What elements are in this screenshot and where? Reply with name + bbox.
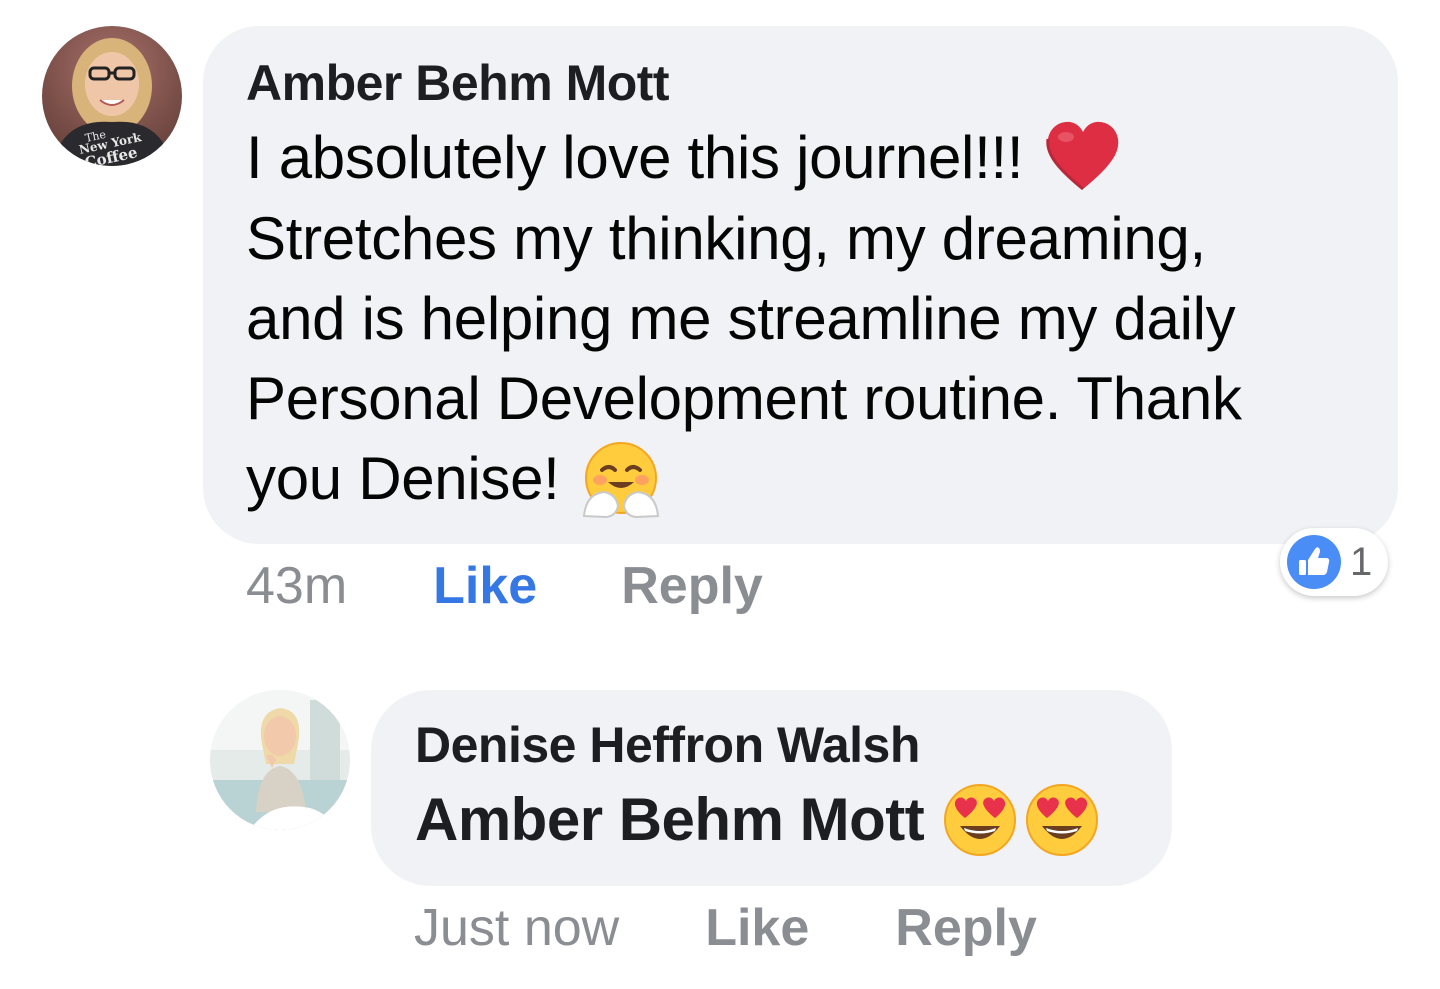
comment-timestamp[interactable]: 43m xyxy=(246,556,347,616)
reply-timestamp[interactable]: Just now xyxy=(414,898,619,958)
comment-text-line: and is helping me streamline my daily xyxy=(246,285,1236,353)
comment-author[interactable]: Amber Behm Mott xyxy=(246,54,1398,112)
comment-actions: 43m Like Reply xyxy=(246,556,763,616)
comment-text-line: you Denise! xyxy=(246,439,1398,522)
avatar-denise[interactable] xyxy=(210,690,350,830)
reply-button[interactable]: Reply xyxy=(621,556,763,616)
comment-text-line: I absolutely love this journel!!! xyxy=(246,118,1398,199)
comment-bubble: Amber Behm Mott I absolutely love this j… xyxy=(203,26,1398,544)
thumbs-up-icon xyxy=(1286,534,1342,590)
reply-author[interactable]: Denise Heffron Walsh xyxy=(415,716,1172,774)
comment-text-line: Stretches my thinking, my dreaming, xyxy=(246,205,1206,273)
like-button[interactable]: Like xyxy=(705,898,809,958)
reply-button[interactable]: Reply xyxy=(895,898,1037,958)
like-button[interactable]: Like xyxy=(433,556,537,616)
red-heart-emoji xyxy=(1044,119,1122,193)
reply-actions: Just now Like Reply xyxy=(414,898,1037,958)
avatar-amber[interactable]: The New York Coffee xyxy=(42,26,182,166)
mention-link[interactable]: Amber Behm Mott xyxy=(415,785,925,855)
reaction-count: 1 xyxy=(1350,539,1373,584)
reply-text: Amber Behm Mott xyxy=(415,782,1172,858)
comment-text-line: Personal Development routine. Thank xyxy=(246,365,1242,433)
reply-bubble: Denise Heffron Walsh Amber Behm Mott xyxy=(371,690,1172,886)
reaction-summary[interactable]: 1 xyxy=(1280,528,1388,596)
heart-eyes-emoji xyxy=(1024,782,1100,858)
heart-eyes-emoji xyxy=(942,782,1018,858)
hugging-face-emoji xyxy=(582,440,660,519)
comment-text: I absolutely love this journel!!! Stretc… xyxy=(246,118,1398,522)
